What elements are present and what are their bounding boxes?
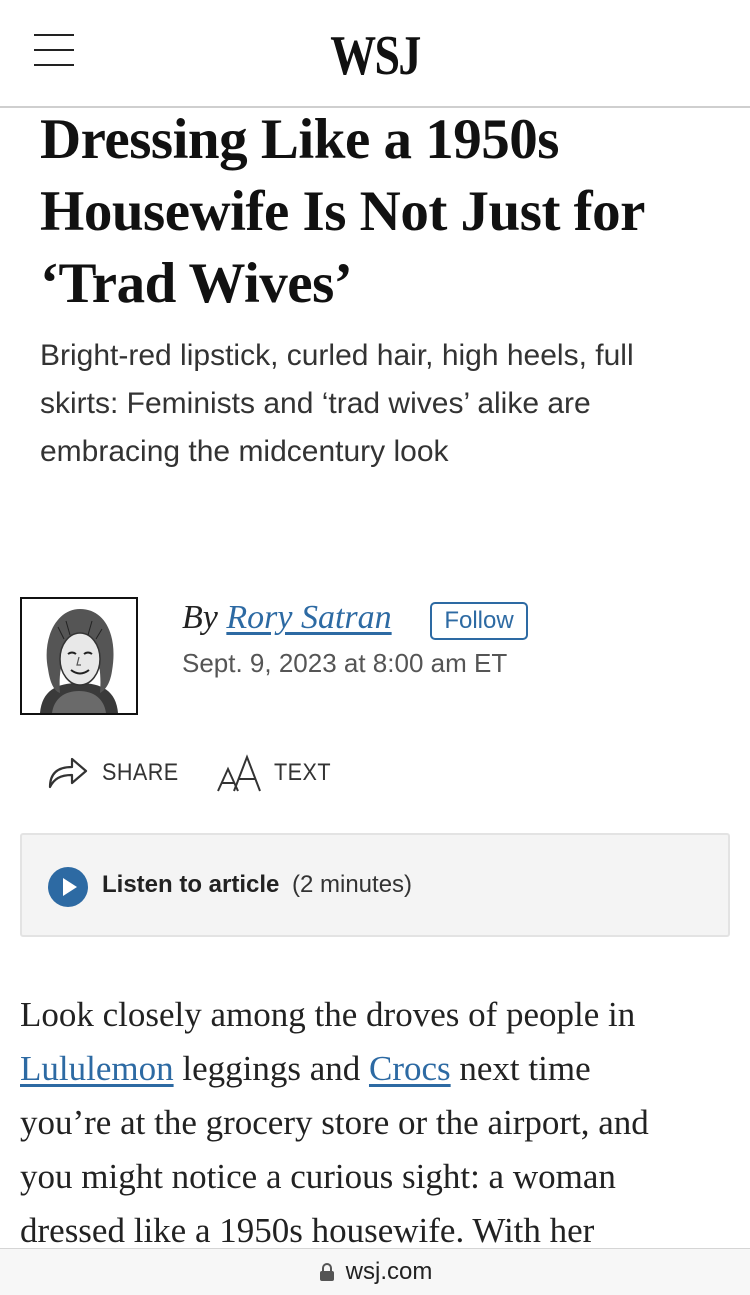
- dek-line: skirts: Feminists and ‘trad wives’ alike…: [40, 387, 591, 420]
- dek-line: embracing the midcentury look: [40, 435, 449, 468]
- headline-line: Dressing Like a 1950s: [40, 108, 559, 171]
- play-icon[interactable]: [48, 867, 88, 907]
- share-label: SHARE: [102, 759, 179, 786]
- article-headline: Dressing Like a 1950s Housewife Is Not J…: [40, 104, 730, 320]
- article-dek: Bright-red lipstick, curled hair, high h…: [40, 332, 720, 476]
- body-line: dressed like a 1950s housewife. With her: [20, 1211, 595, 1250]
- headline-line: ‘Trad Wives’: [40, 252, 353, 315]
- listen-to-article[interactable]: Listen to article (2 minutes): [20, 833, 730, 937]
- body-line: you might notice a curious sight: a woma…: [20, 1157, 616, 1196]
- body-text-fragment: next time: [450, 1049, 591, 1088]
- text-label: TEXT: [274, 759, 332, 786]
- headline-line: Housewife Is Not Just for: [40, 180, 645, 243]
- body-line: Look closely among the droves of people …: [20, 995, 636, 1034]
- share-arrow-icon: [48, 757, 88, 789]
- author-avatar[interactable]: [20, 597, 138, 715]
- author-headshot-illustration: [22, 599, 136, 713]
- url-text: wsj.com: [345, 1258, 433, 1285]
- article-timestamp: Sept. 9, 2023 at 8:00 am ET: [182, 648, 508, 678]
- crocs-link[interactable]: Crocs: [369, 1049, 451, 1088]
- byline-prefix: By: [182, 599, 227, 636]
- byline: By Rory Satran: [182, 598, 392, 642]
- follow-button[interactable]: Follow: [430, 602, 528, 640]
- dek-line: Bright-red lipstick, curled hair, high h…: [40, 339, 634, 372]
- lock-icon: [319, 1263, 334, 1281]
- body-text-fragment: leggings and: [173, 1049, 369, 1088]
- article-body: Look closely among the droves of people …: [20, 988, 730, 1258]
- site-header: WSJ: [0, 0, 750, 108]
- text-size-icon: [217, 754, 261, 792]
- listen-label: Listen to article: [102, 871, 280, 898]
- lululemon-link[interactable]: Lululemon: [20, 1049, 174, 1088]
- text-size-button[interactable]: TEXT: [216, 748, 337, 798]
- share-button[interactable]: SHARE: [46, 748, 187, 798]
- body-line: you’re at the grocery store or the airpo…: [20, 1103, 649, 1142]
- listen-duration: (2 minutes): [292, 871, 413, 898]
- browser-url-bar[interactable]: wsj.com: [0, 1248, 750, 1295]
- wsj-logo[interactable]: WSJ: [68, 26, 683, 86]
- author-link[interactable]: Rory Satran: [226, 599, 391, 636]
